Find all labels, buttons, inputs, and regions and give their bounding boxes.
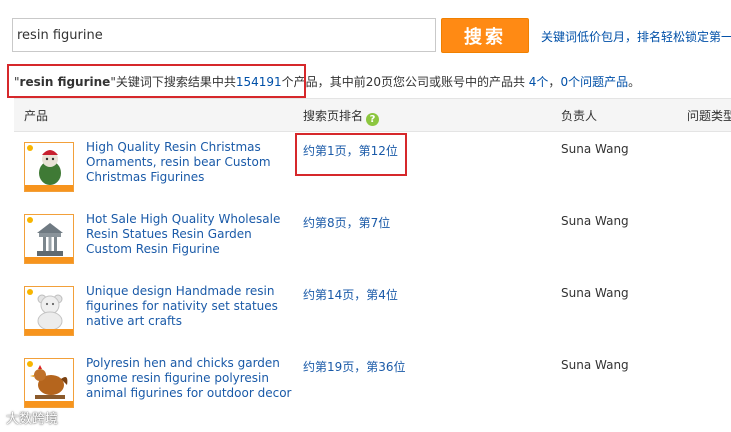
header-issue-type: 问题类型	[687, 109, 731, 123]
header-rank: 搜索页排名?	[303, 107, 380, 126]
summary-text-3: 其中前20页您公司或账号中的产品共	[329, 75, 529, 89]
summary-end: 。	[628, 75, 641, 89]
product-title-link[interactable]: High Quality Resin Christmas Ornaments, …	[86, 140, 300, 185]
summary-highlight-box	[7, 64, 306, 98]
product-thumbnail[interactable]	[24, 286, 74, 336]
summary-issue-count[interactable]: 0个问题产品	[560, 75, 628, 89]
table-row: Hot Sale High Quality Wholesale Resin St…	[0, 204, 731, 276]
help-icon[interactable]: ?	[366, 113, 380, 126]
rank-value[interactable]: 约第14页，第4位	[303, 286, 398, 303]
search-input[interactable]	[12, 18, 436, 52]
watermark: 大数跨境	[6, 412, 59, 427]
rank-highlight-box	[295, 133, 407, 176]
product-thumbnail[interactable]	[24, 142, 74, 192]
owner-name: Suna Wang	[561, 358, 629, 372]
rank-value[interactable]: 约第8页，第7位	[303, 214, 390, 231]
rank-value[interactable]: 约第19页，第36位	[303, 358, 406, 375]
summary-sep: ，	[548, 75, 561, 89]
header-owner: 负责人	[561, 109, 598, 123]
summary-own-count[interactable]: 4个	[529, 75, 549, 89]
product-title-link[interactable]: Polyresin hen and chicks garden gnome re…	[86, 356, 300, 401]
header-rank-label: 搜索页排名	[303, 109, 364, 123]
product-thumbnail[interactable]	[24, 214, 74, 264]
promo-link[interactable]: 关键词低价包月，排名轻松锁定第一	[541, 28, 731, 45]
table-header: 产品 搜索页排名? 负责人 问题类型	[14, 98, 731, 132]
product-title-link[interactable]: Unique design Handmade resin figurines f…	[86, 284, 300, 329]
header-product: 产品	[24, 109, 49, 123]
product-thumbnail[interactable]	[24, 358, 74, 408]
table-row: Unique design Handmade resin figurines f…	[0, 276, 731, 348]
product-title-link[interactable]: Hot Sale High Quality Wholesale Resin St…	[86, 212, 300, 257]
owner-name: Suna Wang	[561, 286, 629, 300]
owner-name: Suna Wang	[561, 142, 629, 156]
table-row: Polyresin hen and chicks garden gnome re…	[0, 348, 731, 420]
search-button[interactable]: 搜索	[441, 18, 529, 53]
owner-name: Suna Wang	[561, 214, 629, 228]
